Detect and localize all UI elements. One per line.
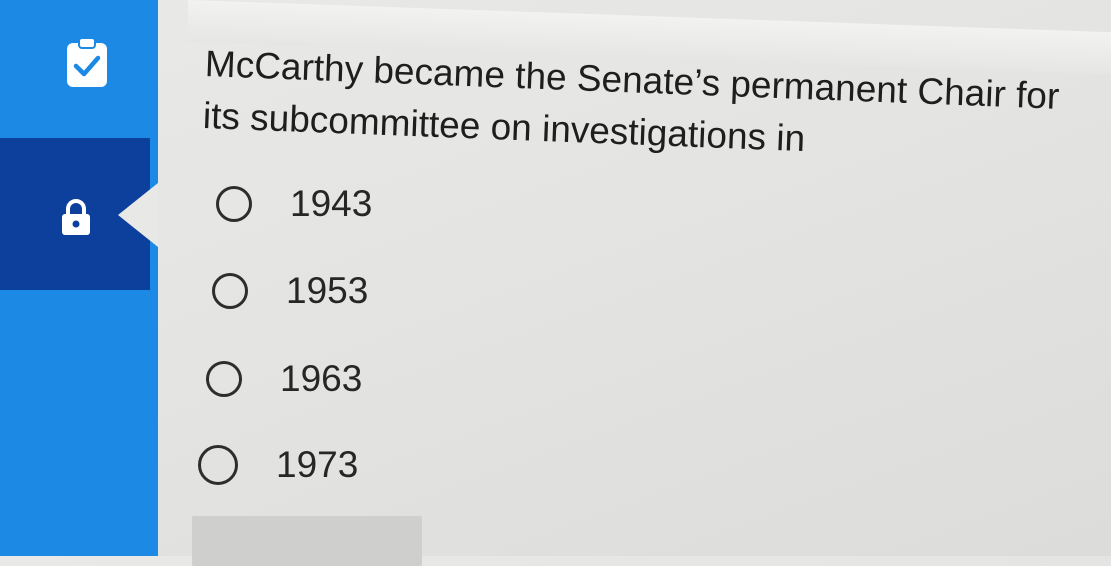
submit-button[interactable] — [192, 516, 422, 566]
question-panel: McCarthy became the Senate’s permanent C… — [158, 0, 1111, 566]
sidebar-item-checklist[interactable] — [0, 0, 150, 135]
radio-button[interactable] — [216, 186, 252, 222]
option-label: 1963 — [280, 358, 363, 399]
active-item-pointer — [118, 183, 158, 247]
radio-button[interactable] — [198, 445, 238, 485]
lock-icon — [59, 198, 93, 241]
option-label: 1973 — [276, 444, 359, 485]
sidebar — [0, 0, 158, 556]
answer-option[interactable]: 1973 — [198, 444, 358, 486]
radio-button[interactable] — [206, 361, 242, 397]
clipboard-check-icon — [64, 36, 110, 95]
answer-option[interactable]: 1963 — [206, 358, 362, 400]
radio-button[interactable] — [212, 273, 248, 309]
answer-option[interactable]: 1953 — [212, 270, 368, 312]
answer-option[interactable]: 1943 — [216, 183, 372, 225]
option-label: 1943 — [290, 183, 373, 224]
option-label: 1953 — [286, 270, 369, 311]
